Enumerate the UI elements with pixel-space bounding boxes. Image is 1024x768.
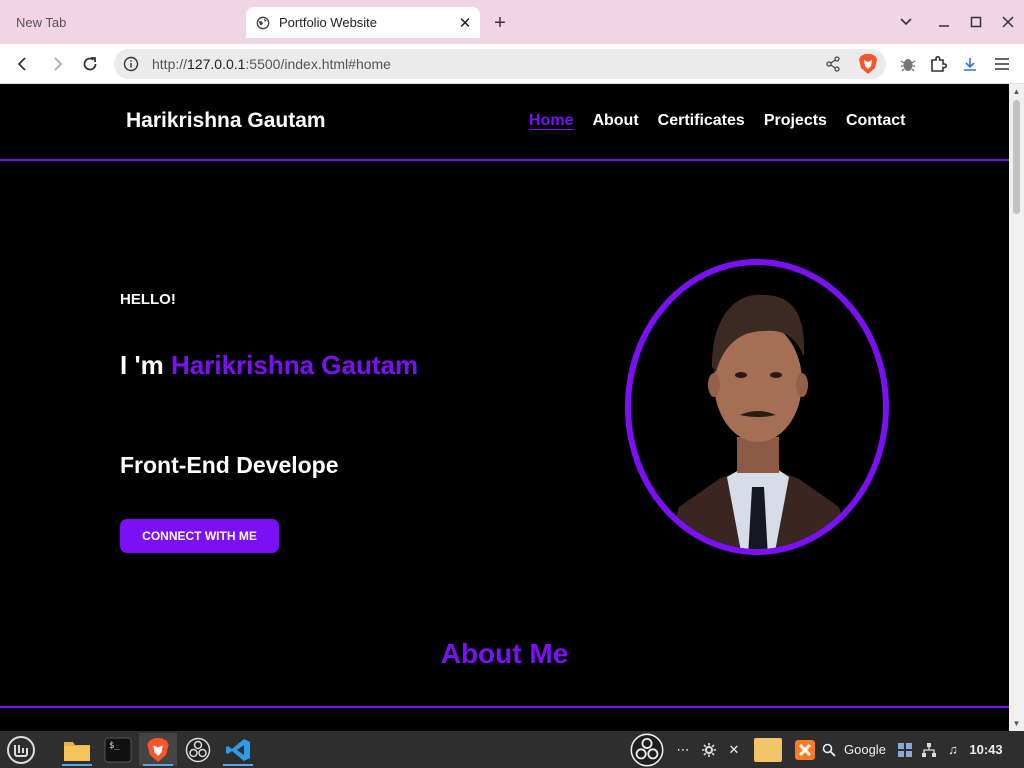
nav-certificates[interactable]: Certificates [658,112,745,130]
globe-icon [256,16,270,29]
nav-contact[interactable]: Contact [846,112,906,130]
url-text[interactable]: http://127.0.0.1:5500/index.html#home [152,56,824,72]
url-scheme: http:// [152,56,188,72]
svg-text:$_: $_ [109,741,120,751]
obs-app-icon[interactable] [179,733,217,766]
bug-icon[interactable] [896,52,920,76]
page-viewport: Harikrishna Gautam Home About Certificat… [0,84,1009,731]
sound-icon[interactable]: ♫ [944,733,962,766]
reload-icon[interactable] [78,52,102,76]
hamburger-icon[interactable] [990,52,1014,76]
address-bar[interactable]: http://127.0.0.1:5500/index.html#home [114,49,886,79]
workspace-grid-icon[interactable] [896,733,914,766]
hero-role: Front-End Develope [120,452,339,478]
intro-prefix: I 'm [120,350,171,380]
tab-list-chevron-icon[interactable] [896,12,916,32]
tab-new-tab[interactable]: New Tab [0,7,240,37]
url-host: 127.0.0.1 [187,56,246,72]
nav-about[interactable]: About [592,112,638,130]
site-header: Harikrishna Gautam Home About Certificat… [0,84,1009,161]
share-icon[interactable] [824,55,842,73]
forward-arrow-icon[interactable] [45,52,69,76]
nav-home[interactable]: Home [529,112,573,130]
os-taskbar: $_ ⋯ ✕ Google ♫ 10:43 [0,731,1024,768]
settings-gear-icon[interactable] [700,733,718,766]
maximize-icon[interactable] [966,12,986,32]
mint-menu-icon[interactable] [4,733,38,766]
scrollbar-thumb[interactable] [1013,100,1020,214]
back-arrow-icon[interactable] [11,52,35,76]
terminal-app-icon[interactable]: $_ [99,733,137,766]
clock[interactable]: 10:43 [964,733,1008,766]
brave-app-icon[interactable] [139,733,177,766]
scroll-down-icon[interactable]: ▼ [1012,719,1021,728]
close-small-icon[interactable]: ✕ [726,733,742,766]
main-nav: Home About Certificates Projects Contact [529,112,925,130]
site-info-icon[interactable] [123,56,139,72]
profile-photo [625,259,889,555]
section-divider [0,706,1009,708]
close-tab-icon[interactable]: ✕ [454,12,476,34]
hero-intro: I 'm Harikrishna Gautam [120,349,420,382]
site-logo[interactable]: Harikrishna Gautam [126,109,326,133]
brave-shield-icon[interactable] [858,53,878,75]
download-icon[interactable] [958,52,982,76]
network-icon[interactable] [920,733,938,766]
more-dots-icon[interactable]: ⋯ [674,733,692,766]
search-launcher[interactable]: Google [822,733,892,766]
search-icon [822,743,836,757]
browser-toolbar: http://127.0.0.1:5500/index.html#home [0,44,1024,84]
vscode-app-icon[interactable] [219,733,257,766]
hero-name: Harikrishna Gautam [170,350,419,380]
nav-projects[interactable]: Projects [764,112,827,130]
new-tab-button[interactable]: + [489,12,511,34]
files-app-icon[interactable] [58,733,96,766]
tab-title: Portfolio Website [279,15,378,30]
scroll-up-icon[interactable]: ▲ [1012,87,1021,96]
tab-title: New Tab [16,14,67,30]
tab-portfolio[interactable]: Portfolio Website ✕ [246,7,480,38]
xampp-icon[interactable] [794,733,816,766]
tab-strip: New Tab Portfolio Website ✕ + [0,0,1024,44]
page-scrollbar[interactable]: ▲ ▼ [1009,84,1024,731]
minimize-icon[interactable] [934,12,954,32]
close-window-icon[interactable] [998,12,1018,32]
url-path: :5500/index.html#home [245,56,391,72]
about-heading: About Me [440,638,569,669]
connect-button[interactable]: CONNECT WITH ME [120,519,279,553]
folder-tray-icon[interactable] [751,733,785,766]
search-label: Google [844,742,886,757]
hero-greeting: HELLO! [120,291,176,308]
obs-tray-icon[interactable] [628,733,666,766]
puzzle-icon[interactable] [926,52,950,76]
